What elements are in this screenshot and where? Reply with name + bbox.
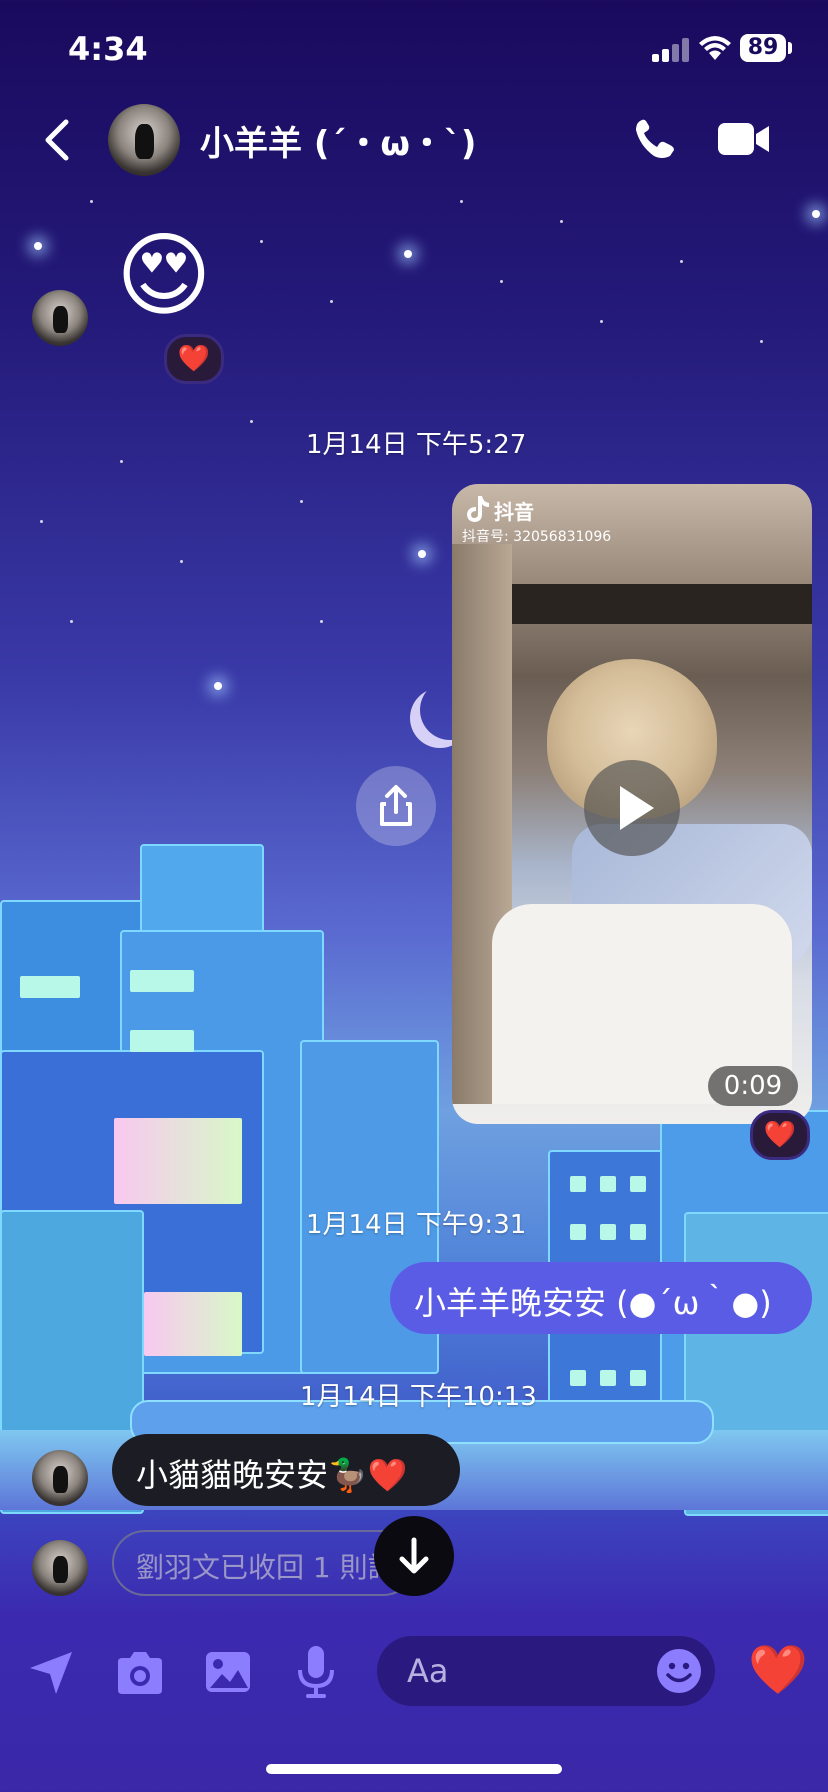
- reaction-badge[interactable]: ❤️: [164, 334, 224, 384]
- emoji-message[interactable]: 😍: [116, 226, 212, 326]
- video-app-name: 抖音: [494, 500, 534, 524]
- timestamp-divider: 1月14日 下午5:27: [306, 430, 527, 460]
- received-message-text: 小貓貓晚安安🦆❤️: [136, 1456, 408, 1494]
- photo-button[interactable]: [204, 1648, 252, 1700]
- sent-message-bubble[interactable]: 小羊羊晚安安 (●´ω｀●): [390, 1262, 812, 1334]
- share-icon: [380, 785, 412, 826]
- camera-icon: [118, 1652, 162, 1694]
- video-reaction-badge[interactable]: ❤️: [750, 1110, 810, 1160]
- received-message-bubble[interactable]: 小貓貓晚安安🦆❤️: [112, 1434, 460, 1506]
- contact-name[interactable]: 小羊羊 (´・ω・`): [200, 116, 476, 165]
- timestamp-divider: 1月14日 下午9:31: [306, 1210, 527, 1240]
- voice-message-button[interactable]: [296, 1644, 336, 1704]
- message-input-placeholder: Aa: [407, 1652, 449, 1690]
- share-button[interactable]: [356, 766, 436, 846]
- microphone-icon: [298, 1646, 334, 1698]
- video-call-button[interactable]: [716, 120, 772, 162]
- video-camera-icon: [718, 123, 769, 155]
- location-button[interactable]: [26, 1648, 76, 1702]
- back-button[interactable]: [38, 116, 78, 164]
- send-like-button[interactable]: ❤️: [748, 1640, 808, 1700]
- photo-icon: [206, 1652, 250, 1692]
- cellular-signal-icon: [652, 38, 692, 62]
- chevron-left-icon: [45, 119, 69, 161]
- sent-message-text: 小羊羊晚安安 (●´ω｀●): [414, 1284, 772, 1322]
- play-button[interactable]: [584, 760, 680, 856]
- voice-call-button[interactable]: [632, 116, 678, 166]
- battery-tip: [788, 42, 792, 54]
- wifi-icon: [698, 34, 732, 66]
- unsent-message-notice: 劉羽文已收回 1 則訊: [112, 1530, 416, 1596]
- emoji-picker-button[interactable]: [656, 1648, 702, 1698]
- scroll-to-bottom-button[interactable]: [374, 1516, 454, 1596]
- video-account-id: 抖音号: 32056831096: [462, 529, 612, 545]
- location-arrow-icon: [30, 1652, 72, 1694]
- unsent-notice-text: 劉羽文已收回 1 則訊: [136, 1551, 396, 1584]
- phone-icon: [636, 119, 674, 158]
- tiktok-logo-icon: [464, 494, 492, 528]
- sender-avatar: [32, 1540, 88, 1596]
- camera-button[interactable]: [114, 1650, 166, 1700]
- timestamp-divider: 1月14日 下午10:13: [300, 1382, 537, 1412]
- sender-avatar: [32, 1450, 88, 1506]
- sender-avatar: [32, 290, 88, 346]
- arrow-down-icon: [399, 1537, 429, 1574]
- battery-indicator: 89: [740, 34, 786, 62]
- smiley-icon: [657, 1649, 701, 1693]
- contact-avatar[interactable]: [108, 104, 180, 176]
- status-time: 4:34: [68, 30, 148, 68]
- home-indicator: [266, 1764, 562, 1774]
- video-duration: 0:09: [708, 1066, 798, 1106]
- video-message[interactable]: 抖音 抖音号: 32056831096 0:09: [452, 484, 812, 1124]
